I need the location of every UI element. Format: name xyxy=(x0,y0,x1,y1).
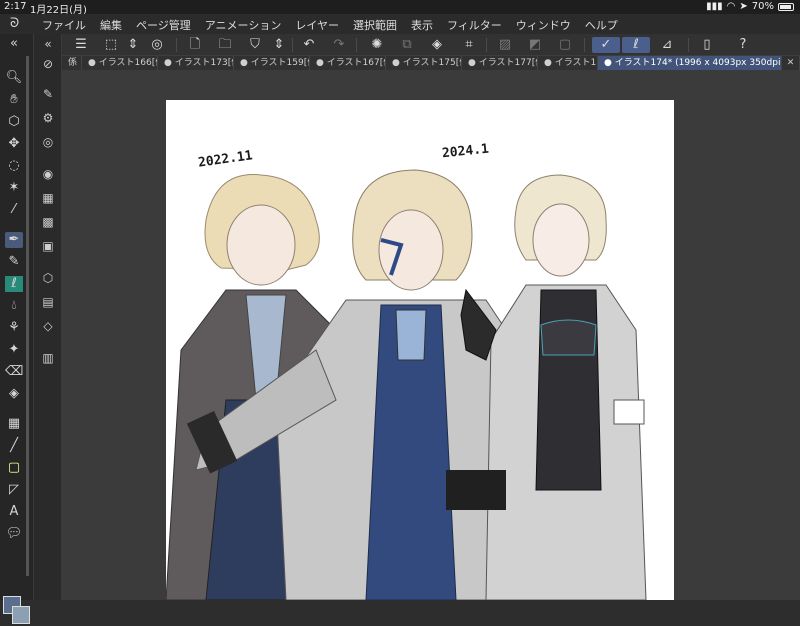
material-icon[interactable]: ⬡ xyxy=(40,270,56,286)
pencil-tool-icon[interactable]: ✎ xyxy=(5,254,23,270)
status-bar: 2:17 1月22日(月) ▮▮▮ ◠ ➤ 70% xyxy=(0,0,800,16)
new-file-icon[interactable]: 🗋 xyxy=(186,37,204,53)
artwork-illustration xyxy=(166,169,647,600)
app-logo-icon[interactable]: ᘐ xyxy=(10,16,26,32)
magic-wand-icon[interactable]: ✶ xyxy=(5,180,23,196)
color-set-icon[interactable]: ▦ xyxy=(40,190,56,206)
tool-bar: « 🔍︎ ✋︎ ⬡ ✥ ◌ ✶ ⁄ ✒ ✎ ℓ 💧︎ ⚘ ✦ ⌫ ◈ ▦ ╱ ▢… xyxy=(0,34,34,624)
tab-item[interactable]: ● イラスト175[係 xyxy=(386,56,462,70)
transform-icon[interactable]: ⬚ xyxy=(102,37,120,53)
layer-icon[interactable]: ◇ xyxy=(40,318,56,334)
sub-tool-bar: « ⊘ ✎ ⚙ ◎ ◉ ▦ ▩ ▣ ⬡ ▤ ◇ ▥ xyxy=(34,34,62,600)
loading-icon[interactable]: ✺ xyxy=(368,37,386,53)
tab-item[interactable]: ● イラスト173[係 xyxy=(158,56,234,70)
hand-tool-icon[interactable]: ✋︎ xyxy=(5,92,23,108)
menu-edit[interactable]: 編集 xyxy=(100,17,122,33)
spiral-icon[interactable]: ◎ xyxy=(148,37,166,53)
tab-item[interactable]: ● イラスト176[係 xyxy=(538,56,598,70)
object-tool-icon[interactable]: ⬡ xyxy=(5,114,23,130)
menu-file[interactable]: ファイル xyxy=(42,17,86,33)
menu-filter[interactable]: フィルター xyxy=(447,17,502,33)
zoom-tool-icon[interactable]: 🔍︎ xyxy=(5,70,23,86)
tab-item[interactable]: ● イラスト177[係 xyxy=(462,56,538,70)
battery-percent: 70% xyxy=(751,1,774,12)
gradient-tool-icon[interactable]: ▦ xyxy=(5,416,23,432)
save-icon[interactable]: ⛉ xyxy=(246,37,264,53)
move-tool-icon[interactable]: ✥ xyxy=(5,136,23,152)
help-icon[interactable]: ? xyxy=(734,37,752,53)
menu-layer[interactable]: レイヤー xyxy=(295,17,339,33)
pen-stabilizer-icon[interactable]: ✓ xyxy=(592,37,620,53)
menu-animation[interactable]: アニメーション xyxy=(205,17,282,33)
color-swatches[interactable] xyxy=(3,596,30,626)
collapse-icon[interactable]: « xyxy=(40,36,56,52)
lasso-tool-icon[interactable]: ◌ xyxy=(5,158,23,174)
sub-color-swatch[interactable] xyxy=(12,606,30,624)
menu-bar: ᘐ ファイル 編集 ページ管理 アニメーション レイヤー 選択範囲 表示 フィル… xyxy=(0,14,800,34)
intermediate-color-icon[interactable]: ▩ xyxy=(40,214,56,230)
signal-icon: ▮▮▮ xyxy=(706,1,723,12)
tab-item[interactable]: ● イラスト159[係 xyxy=(234,56,310,70)
battery-icon xyxy=(778,2,794,11)
command-bar: ☰ ⬚ ⇕ ◎ 🗋 🗀 ⛉ ⇕ ↶ ↷ ✺ ⧉ ◈ ⌗ ▨ ◩ ▢ ✓ ℓ ⊿ … xyxy=(62,34,800,56)
menu-selection[interactable]: 選択範囲 xyxy=(353,17,397,33)
save-arrows-icon[interactable]: ⇕ xyxy=(270,37,288,53)
menu-view[interactable]: 表示 xyxy=(411,17,433,33)
crop-icon[interactable]: ⌗ xyxy=(460,37,478,53)
drawing-canvas[interactable]: 2022.11 2024.1 xyxy=(166,100,674,600)
selection-border-icon[interactable]: ▢ xyxy=(556,37,574,53)
brush-size-icon[interactable]: ◎ xyxy=(40,134,56,150)
brush-stroke-icon[interactable]: ℓ xyxy=(622,37,650,53)
tab-active[interactable]: ● イラスト174* (1996 x 4093px 350dpi 68.8%) xyxy=(598,56,782,70)
status-time: 2:17 xyxy=(4,1,27,12)
menu-icon[interactable]: ☰ xyxy=(72,37,90,53)
balloon-tool-icon[interactable]: 💬︎ xyxy=(5,526,23,542)
fill-tool-icon[interactable]: ◈ xyxy=(5,386,23,402)
invert-icon[interactable]: ◩ xyxy=(526,37,544,53)
layer-property-icon[interactable]: ▤ xyxy=(40,294,56,310)
ruler-icon[interactable]: ⊿ xyxy=(658,37,676,53)
toolbar-scrollbar[interactable] xyxy=(26,56,29,576)
deselect-icon[interactable]: ▨ xyxy=(496,37,514,53)
decoration-tool-icon[interactable]: ⚘ xyxy=(5,320,23,336)
tab-item[interactable]: ● イラスト166[係 xyxy=(82,56,158,70)
sparkle-tool-icon[interactable]: ✦ xyxy=(5,342,23,358)
color-wheel-icon[interactable]: ◉ xyxy=(40,166,56,182)
line-tool-icon[interactable]: ╱ xyxy=(5,438,23,454)
canvas-tabs: 係 ● イラスト166[係 ● イラスト173[係 ● イラスト159[係 ● … xyxy=(62,56,800,70)
tab-overflow[interactable]: 係 xyxy=(62,56,82,70)
eyedropper-icon[interactable]: ⁄ xyxy=(5,202,23,218)
brush-tool-icon[interactable]: ℓ xyxy=(5,276,23,292)
open-folder-icon[interactable]: 🗀 xyxy=(216,37,234,53)
copy-icon[interactable]: ⧉ xyxy=(398,37,416,53)
rotate-arrows-icon[interactable]: ⇕ xyxy=(124,37,142,53)
location-icon: ➤ xyxy=(739,1,748,12)
timeline-icon[interactable]: ▥ xyxy=(40,350,56,366)
text-tool-icon[interactable]: A xyxy=(5,504,23,520)
sub-tool-icon[interactable]: ✎ xyxy=(40,86,56,102)
menu-help[interactable]: ヘルプ xyxy=(585,17,618,33)
menu-items: ファイル 編集 ページ管理 アニメーション レイヤー 選択範囲 表示 フィルター… xyxy=(42,17,618,33)
eraser-icon[interactable]: ⌫ xyxy=(5,364,23,380)
pen-tool-icon[interactable]: ✒ xyxy=(5,232,23,248)
approx-color-icon[interactable]: ▣ xyxy=(40,238,56,254)
collapse-icon[interactable]: « xyxy=(5,36,23,52)
status-right: ▮▮▮ ◠ ➤ 70% xyxy=(706,1,794,12)
wifi-icon: ◠ xyxy=(726,1,736,12)
navigator-icon[interactable]: ⊘ xyxy=(40,56,56,72)
airbrush-icon[interactable]: 💧︎ xyxy=(5,298,23,314)
tab-item[interactable]: ● イラスト167[係 xyxy=(310,56,386,70)
menu-page[interactable]: ページ管理 xyxy=(136,17,191,33)
undo-icon[interactable]: ↶ xyxy=(300,37,318,53)
frame-tool-icon[interactable]: ◸ xyxy=(5,482,23,498)
tool-property-icon[interactable]: ⚙ xyxy=(40,110,56,126)
menu-window[interactable]: ウィンドウ xyxy=(516,17,571,33)
workspace: 2022.11 2024.1 xyxy=(62,70,800,600)
device-icon[interactable]: ▯ xyxy=(698,37,716,53)
close-tab-icon[interactable]: ✕ xyxy=(782,56,800,70)
shape-tool-icon[interactable]: ▢ xyxy=(5,460,23,476)
redo-icon[interactable]: ↷ xyxy=(330,37,348,53)
fill-bucket-icon[interactable]: ◈ xyxy=(428,37,446,53)
